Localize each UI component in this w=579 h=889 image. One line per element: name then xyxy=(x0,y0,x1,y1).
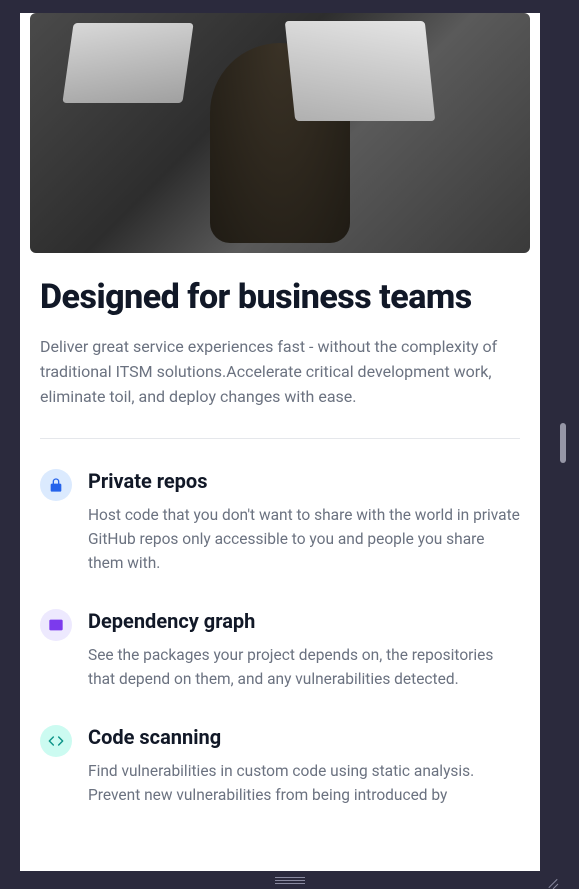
devtools-bottom-bar xyxy=(20,871,560,889)
hero-image xyxy=(30,13,530,253)
feature-desc: Find vulnerabilities in custom code usin… xyxy=(88,759,520,807)
feature-desc: Host code that you don't want to share w… xyxy=(88,503,520,575)
scrollbar-thumb[interactable] xyxy=(560,423,566,463)
lock-icon xyxy=(40,469,72,501)
resize-grip-icon[interactable] xyxy=(546,876,558,888)
drag-handle-icon[interactable] xyxy=(275,877,305,884)
feature-dependency-graph: Dependency graph See the packages your p… xyxy=(40,609,520,691)
feature-title: Code scanning xyxy=(88,725,520,749)
lead-paragraph: Deliver great service experiences fast -… xyxy=(40,335,520,409)
page-viewport: Designed for business teams Deliver grea… xyxy=(20,13,540,871)
feature-code-scanning: Code scanning Find vulnerabilities in cu… xyxy=(40,725,520,807)
content-section: Designed for business teams Deliver grea… xyxy=(20,253,540,807)
code-icon xyxy=(40,725,72,757)
feature-title: Private repos xyxy=(88,469,520,493)
feature-private-repos: Private repos Host code that you don't w… xyxy=(40,469,520,575)
divider xyxy=(40,438,520,439)
page-title: Designed for business teams xyxy=(40,277,520,317)
chart-icon xyxy=(40,609,72,641)
feature-desc: See the packages your project depends on… xyxy=(88,643,520,691)
feature-title: Dependency graph xyxy=(88,609,520,633)
